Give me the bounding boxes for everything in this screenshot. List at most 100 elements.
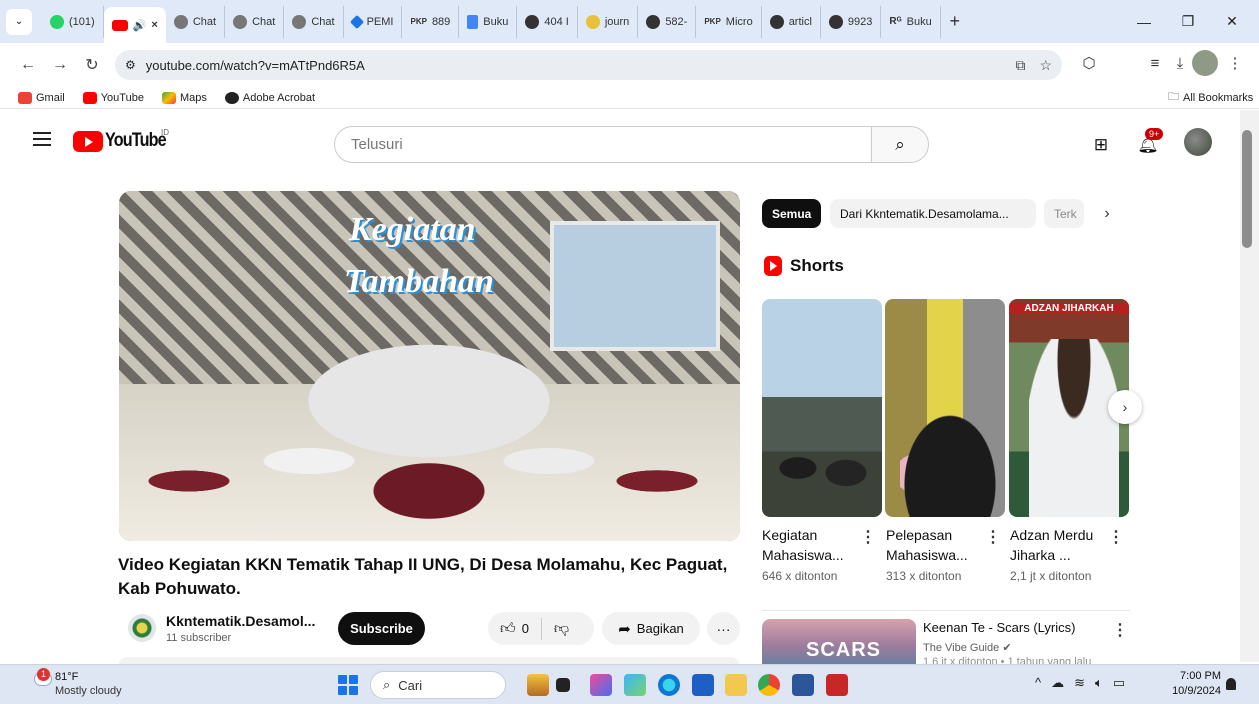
subscriber-count: 11 subscriber xyxy=(166,632,232,644)
related-video-title[interactable]: Keenan Te - Scars (Lyrics) xyxy=(923,620,1075,635)
reload-icon[interactable]: ↻ xyxy=(76,49,108,81)
tab-pkp-889[interactable]: PKP 889 xyxy=(402,5,460,38)
download-icon[interactable]: ⤓ xyxy=(1167,50,1193,76)
pdf-app-icon[interactable] xyxy=(826,674,848,696)
copilot-icon[interactable] xyxy=(590,674,612,696)
minimize-button[interactable]: — xyxy=(1122,0,1166,43)
chevron-up-icon[interactable]: ^ xyxy=(1035,675,1041,691)
tab-chat-1[interactable]: Chat xyxy=(166,5,226,38)
clock-date[interactable]: 10/9/2024 xyxy=(1163,685,1221,697)
taskbar-search[interactable]: ⌕ Cari xyxy=(370,671,506,699)
bookmark-youtube[interactable]: YouTube xyxy=(82,91,144,104)
onedrive-cloud-icon[interactable]: ☁ xyxy=(1051,675,1064,691)
channel-avatar[interactable] xyxy=(128,614,156,642)
tab-chat-2[interactable]: Chat xyxy=(225,5,285,38)
short-1-people xyxy=(762,419,882,517)
install-app-icon[interactable]: ⧉ xyxy=(1015,57,1025,74)
menu-hamburger-icon[interactable] xyxy=(33,132,51,146)
bookmark-adobe-acrobat[interactable]: Adobe Acrobat xyxy=(224,91,315,104)
volume-muted-icon[interactable]: 🔈︎ xyxy=(1095,675,1103,691)
battery-icon[interactable]: ▭ xyxy=(1113,675,1125,691)
store-app-icon[interactable] xyxy=(692,674,714,696)
account-avatar[interactable] xyxy=(1184,128,1212,156)
address-bar[interactable]: ⚙ youtube.com/watch?v=mATtPnd6R5A ⧉ ☆ xyxy=(115,50,1062,80)
back-arrow-icon[interactable]: ← xyxy=(12,49,44,81)
chip-from-channel[interactable]: Dari Kkntematik.Desamolama... xyxy=(830,199,1036,228)
short-3-views: 2,1 jt x ditonton xyxy=(1010,569,1092,583)
tab-journal[interactable]: journ xyxy=(578,5,639,38)
chip-all[interactable]: Semua xyxy=(762,199,822,228)
tab-9923[interactable]: 9923 xyxy=(821,5,882,38)
edge-browser-icon[interactable] xyxy=(658,674,680,696)
create-video-icon[interactable]: ⊞ xyxy=(1088,133,1114,157)
like-button[interactable]: 👍︎ 0 xyxy=(488,617,542,640)
reading-list-icon[interactable]: ≡ xyxy=(1142,50,1168,76)
short-thumbnail-2[interactable] xyxy=(885,299,1005,517)
short-1-title[interactable]: Kegiatan Mahasiswa... xyxy=(762,525,844,565)
audio-playing-icon: 🔊 xyxy=(132,19,147,32)
windows-start-icon[interactable] xyxy=(338,675,358,695)
widgets-app-icon[interactable] xyxy=(527,674,549,696)
browser-menu-icon[interactable]: ⋮ xyxy=(1222,50,1248,76)
profile-avatar[interactable] xyxy=(1192,50,1218,76)
wifi-icon[interactable]: ≋ xyxy=(1074,675,1085,691)
task-view-icon[interactable] xyxy=(556,678,570,692)
dislike-button[interactable]: 👎︎ xyxy=(542,620,581,638)
tab-buku-2[interactable]: Rᴳ Buku xyxy=(881,5,941,38)
tab-article[interactable]: articl xyxy=(762,5,821,38)
related-video-menu-icon[interactable]: ⋮ xyxy=(1112,620,1128,640)
weather-condition[interactable]: Mostly cloudy xyxy=(55,685,122,697)
tab-buku-1[interactable]: Buku xyxy=(459,5,518,38)
word-app-icon[interactable] xyxy=(792,674,814,696)
chip-related[interactable]: Terk xyxy=(1044,199,1084,228)
short-1-menu-icon[interactable]: ⋮ xyxy=(860,527,876,547)
chrome-browser-icon[interactable] xyxy=(758,674,780,696)
short-2-title[interactable]: Pelepasan Mahasiswa... xyxy=(886,525,968,565)
search-button[interactable]: ⌕ xyxy=(871,126,929,163)
short-2-menu-icon[interactable]: ⋮ xyxy=(985,527,1001,547)
youtube-logo[interactable]: YouTube ID xyxy=(73,128,176,152)
related-video-channel[interactable]: The Vibe Guide ✔ xyxy=(923,641,1012,654)
video-player[interactable]: Kegiatan Tambahan xyxy=(119,191,740,541)
search-label: Cari xyxy=(398,677,423,693)
short-thumbnail-1[interactable] xyxy=(762,299,882,517)
share-button[interactable]: ➦ Bagikan xyxy=(602,612,700,645)
tab-whatsapp[interactable]: (101) xyxy=(42,5,104,38)
tab-youtube-active[interactable]: 🔊 × xyxy=(103,7,166,43)
all-bookmarks[interactable]: 🗀 All Bookmarks xyxy=(1168,88,1253,107)
site-settings-icon[interactable]: ⚙ xyxy=(125,58,136,72)
channel-name[interactable]: Kkntematik.Desamol... xyxy=(166,613,315,629)
close-tab-icon[interactable]: × xyxy=(151,19,157,31)
share-arrow-icon: ➦ xyxy=(618,620,631,638)
tab-search-chevron-icon[interactable]: ⌄ xyxy=(6,8,32,35)
bookmark-maps[interactable]: Maps xyxy=(161,91,207,104)
notification-bell-icon[interactable] xyxy=(1226,678,1236,690)
scrollbar-thumb[interactable] xyxy=(1242,130,1252,248)
tab-chat-3[interactable]: Chat xyxy=(284,5,344,38)
photos-app-icon[interactable] xyxy=(624,674,646,696)
video-overlay-title-1: Kegiatan xyxy=(349,211,476,248)
close-window-button[interactable]: ✕ xyxy=(1210,0,1254,43)
extensions-icon[interactable]: ⬡ xyxy=(1076,50,1102,76)
temperature[interactable]: 81°F xyxy=(55,671,78,683)
tab-pemi[interactable]: PEMI xyxy=(344,5,403,38)
restore-button[interactable]: ❐ xyxy=(1166,0,1210,43)
bookmark-gmail[interactable]: Gmail xyxy=(18,91,65,104)
tab-582[interactable]: 582- xyxy=(638,5,697,38)
search-input[interactable]: Telusuri xyxy=(334,126,872,163)
subscribe-button[interactable]: Subscribe xyxy=(338,612,425,645)
file-explorer-icon[interactable] xyxy=(725,674,747,696)
shorts-next-button[interactable]: › xyxy=(1108,390,1142,424)
short-3-menu-icon[interactable]: ⋮ xyxy=(1108,527,1124,547)
chevron-right-icon[interactable]: › xyxy=(1096,203,1118,225)
tab-micro[interactable]: PKP Micro xyxy=(696,5,762,38)
bookmark-star-icon[interactable]: ☆ xyxy=(1039,57,1052,74)
forward-arrow-icon[interactable]: → xyxy=(44,49,76,81)
clock-time[interactable]: 7:00 PM xyxy=(1175,670,1221,682)
more-actions-button[interactable]: ··· xyxy=(707,612,740,645)
short-3-title[interactable]: Adzan Merdu Jiharka ... xyxy=(1010,525,1093,565)
tab-404[interactable]: 404 I xyxy=(517,5,578,38)
related-video-thumbnail[interactable]: SCARS xyxy=(762,619,916,664)
researchgate-icon: Rᴳ xyxy=(889,16,902,27)
new-tab-button[interactable]: + xyxy=(941,11,969,32)
